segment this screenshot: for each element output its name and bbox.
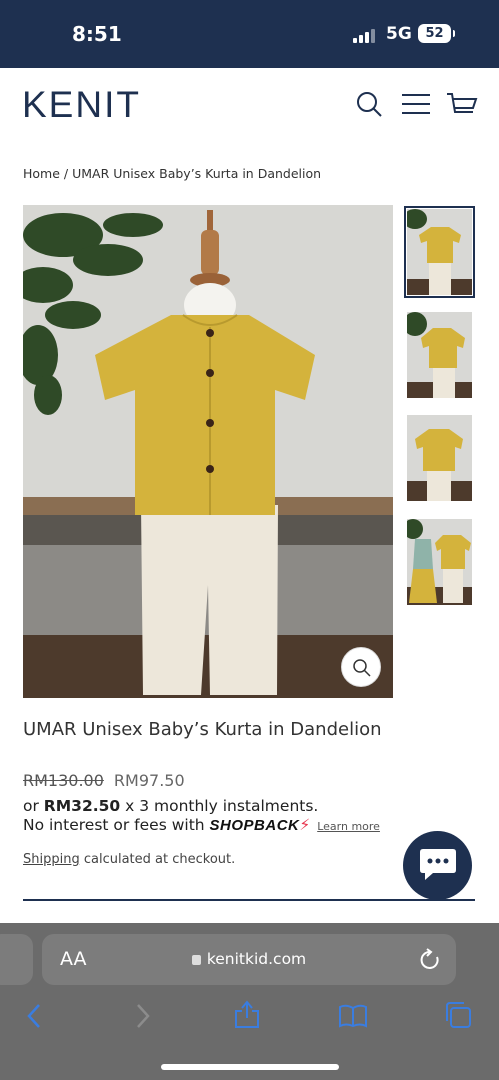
battery-icon: 52 xyxy=(418,24,455,43)
breadcrumb-current: UMAR Unisex Baby’s Kurta in Dandelion xyxy=(72,166,322,181)
store-logo[interactable]: KENIT xyxy=(22,84,141,126)
status-time: 8:51 xyxy=(72,22,122,46)
shopback-info: No interest or fees with SHOPBACK⚡ Learn… xyxy=(23,816,380,834)
reload-icon[interactable] xyxy=(419,948,441,976)
bookmarks-icon[interactable] xyxy=(338,1004,368,1032)
status-bar: 8:51 5G 52 xyxy=(0,0,499,68)
back-icon[interactable] xyxy=(26,1003,42,1033)
network-type: 5G xyxy=(386,24,412,44)
chat-button[interactable] xyxy=(403,831,472,900)
menu-icon[interactable] xyxy=(401,90,431,120)
product-main-image[interactable] xyxy=(23,205,393,698)
url-text: kenitkid.com xyxy=(206,950,307,968)
home-indicator[interactable] xyxy=(161,1064,339,1070)
learn-more-link[interactable]: Learn more xyxy=(317,820,380,833)
search-icon[interactable] xyxy=(355,90,385,120)
original-price: RM130.00 xyxy=(23,771,104,790)
breadcrumb-separator: / xyxy=(59,166,73,181)
instalment-prefix: or xyxy=(23,797,44,815)
instalment-amount: RM32.50 xyxy=(43,797,121,815)
lock-icon xyxy=(191,955,201,965)
signal-icon xyxy=(353,27,377,43)
instalment-suffix: x 3 monthly instalments. xyxy=(120,797,319,815)
shopback-logo: SHOPBACK xyxy=(209,817,300,834)
divider xyxy=(23,899,475,901)
zoom-icon xyxy=(353,659,371,677)
product-title: UMAR Unisex Baby’s Kurta in Dandelion xyxy=(23,719,382,740)
shipping-text: calculated at checkout. xyxy=(79,852,236,867)
shopback-bolt-icon: ⚡ xyxy=(299,816,311,834)
thumbnail-1[interactable] xyxy=(404,206,475,298)
share-icon[interactable] xyxy=(234,999,260,1033)
previous-tab[interactable] xyxy=(0,934,33,985)
thumbnail-4[interactable] xyxy=(407,519,472,605)
breadcrumb: Home / UMAR Unisex Baby’s Kurta in Dande… xyxy=(23,166,321,181)
url-display[interactable]: kenitkid.com xyxy=(42,950,456,968)
price-row: RM130.00 RM97.50 xyxy=(23,771,185,790)
no-interest-text: No interest or fees with xyxy=(23,816,210,834)
zoom-button[interactable] xyxy=(341,647,381,687)
cart-icon[interactable] xyxy=(446,90,478,120)
instalment-info: or RM32.50 x 3 monthly instalments. xyxy=(23,797,318,815)
forward-icon[interactable] xyxy=(135,1003,151,1033)
address-bar[interactable]: AA kenitkid.com xyxy=(42,934,456,985)
shipping-link[interactable]: Shipping xyxy=(23,852,80,867)
shipping-info: Shipping calculated at checkout. xyxy=(23,852,235,867)
thumbnail-2[interactable] xyxy=(407,312,472,398)
thumbnail-3[interactable] xyxy=(407,415,472,501)
tabs-icon[interactable] xyxy=(444,1001,472,1033)
chat-icon xyxy=(420,849,456,880)
sale-price: RM97.50 xyxy=(113,771,185,790)
breadcrumb-home[interactable]: Home xyxy=(23,166,60,181)
